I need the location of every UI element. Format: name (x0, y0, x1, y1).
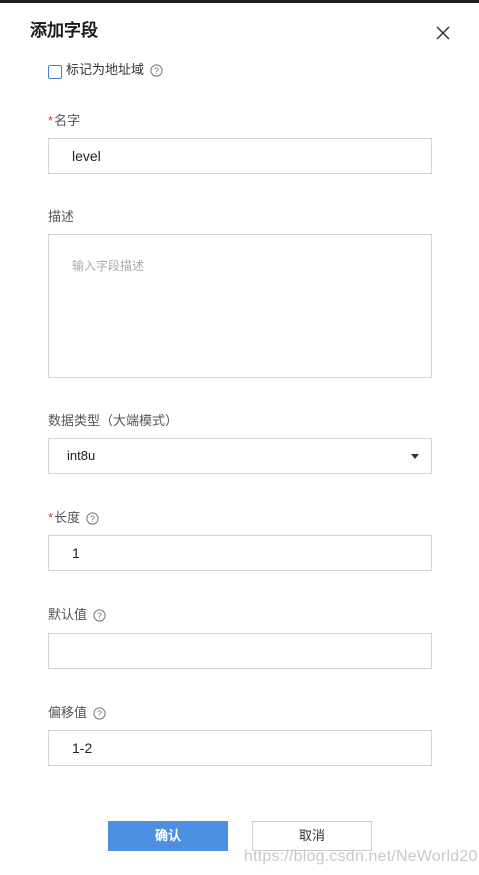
data-type-value: int8u (67, 448, 96, 463)
data-type-label: 数据类型（大端模式） (48, 413, 178, 429)
name-input[interactable]: level (48, 138, 432, 174)
question-circle-icon[interactable]: ? (86, 511, 99, 525)
add-field-dialog: 添加字段 标记为地址域 ? * 名字 level 描述 输入字段描述 数据类型（… (0, 0, 479, 875)
default-value-label: 默认值 (48, 607, 88, 622)
name-label: 名字 (54, 113, 81, 128)
offset-label-row: 偏移值 ? (48, 705, 106, 721)
data-type-label-text: 数据类型（大端模式） (48, 413, 179, 428)
svg-text:?: ? (154, 65, 159, 75)
svg-text:?: ? (97, 610, 102, 620)
confirm-button[interactable]: 确认 (108, 821, 228, 851)
default-value-label-row: 默认值 ? (48, 607, 106, 623)
dialog-title: 添加字段 (30, 21, 98, 40)
svg-text:?: ? (97, 708, 102, 718)
watermark: https://blog.csdn.net/NeWorld20 (244, 848, 478, 865)
data-type-select[interactable]: int8u (48, 438, 432, 474)
question-circle-icon[interactable]: ? (93, 608, 106, 622)
length-input[interactable]: 1 (48, 535, 432, 571)
offset-input[interactable]: 1-2 (48, 730, 432, 766)
required-mark: * (48, 113, 54, 128)
default-value-input[interactable] (48, 633, 432, 669)
question-circle-icon[interactable]: ? (93, 706, 106, 720)
svg-text:?: ? (90, 513, 95, 523)
mark-address-checkbox[interactable] (48, 64, 62, 79)
mark-address-label: 标记为地址域 (66, 62, 145, 77)
caret-down-icon (411, 454, 419, 459)
top-border (0, 0, 479, 3)
required-mark: * (48, 510, 54, 525)
description-label-text: 描述 (48, 209, 75, 224)
close-icon[interactable] (432, 22, 454, 44)
length-label: 长度 (54, 510, 81, 525)
description-textarea[interactable]: 输入字段描述 (48, 234, 432, 378)
offset-label: 偏移值 (48, 705, 88, 720)
name-label-row: * 名字 (48, 113, 80, 129)
length-label-row: * 长度 ? (48, 510, 99, 526)
question-circle-icon[interactable]: ? (150, 63, 163, 77)
cancel-button[interactable]: 取消 (252, 821, 372, 851)
mark-address-row: 标记为地址域 ? (48, 61, 163, 79)
description-placeholder: 输入字段描述 (72, 259, 145, 273)
description-label: 描述 (48, 209, 74, 225)
